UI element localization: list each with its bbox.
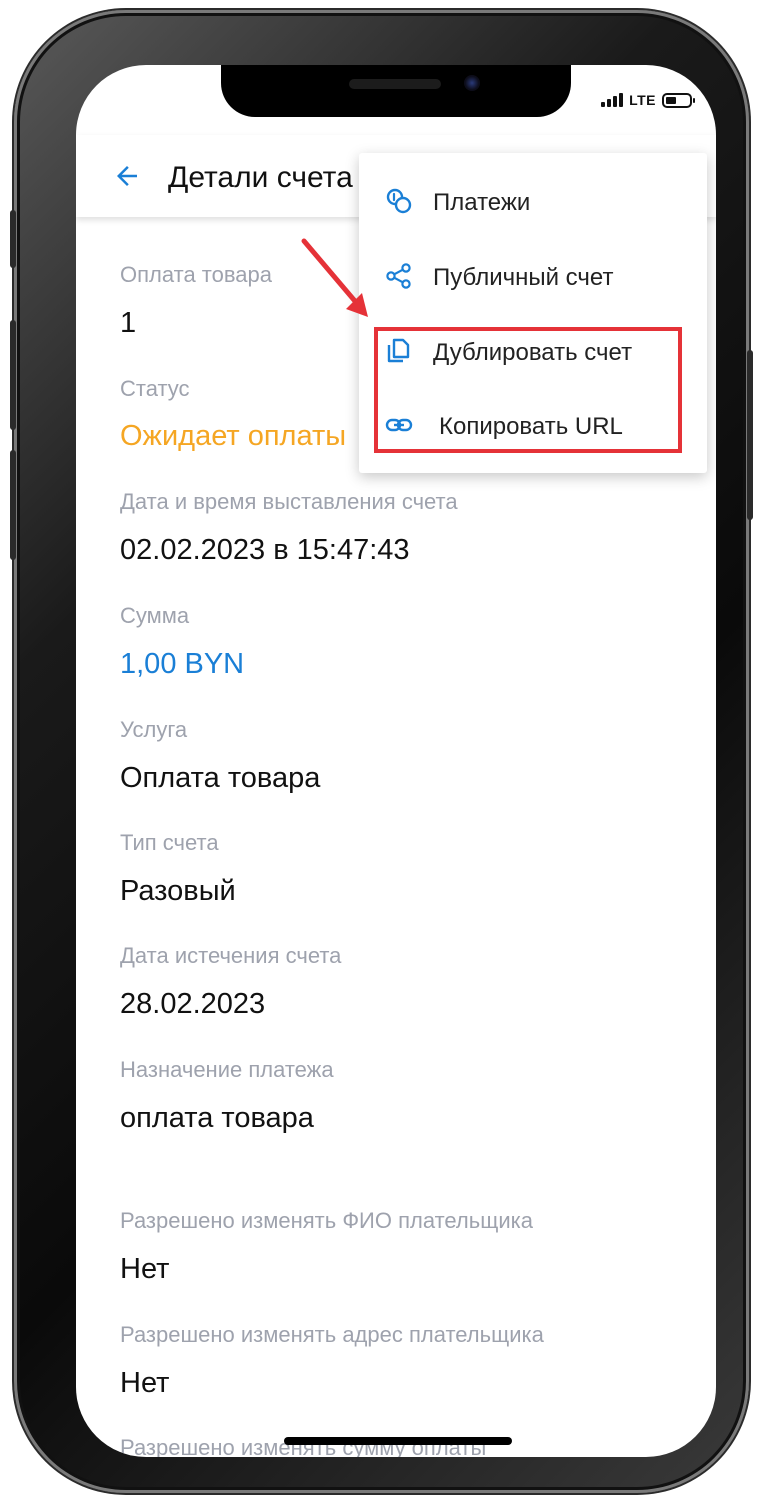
mute-switch [10,210,16,268]
volume-up-button [10,320,16,430]
signal-icon [601,93,624,107]
notch [221,65,571,117]
annotation-arrow-icon [301,238,368,317]
field-label: Разрешено изменять ФИО плательщика [120,1208,533,1233]
menu-item-label: Платежи [433,189,531,216]
field-value: Нет [120,1253,170,1285]
field-label: Услуга [120,717,188,742]
battery-icon [662,92,695,108]
share-icon [386,263,411,289]
field-value: Разовый [120,875,236,907]
field-label: Сумма [120,603,190,628]
field-label: Дата и время выставления счета [120,489,458,514]
field-label: Статус [120,376,190,401]
field-label: Разрешено изменять адрес плательщика [120,1322,544,1347]
amount-value: 1,00 BYN [120,648,245,680]
field-label: Оплата товара [120,262,273,287]
power-button [747,350,753,520]
back-arrow-icon[interactable] [112,161,142,191]
field-label: Тип счета [120,830,219,855]
field-value: оплата товара [120,1102,314,1134]
camera-icon [464,75,480,91]
menu-item-public-invoice[interactable]: Публичный счет [359,238,707,312]
field-value: 28.02.2023 [120,988,266,1020]
volume-down-button [10,450,16,560]
highlight-box [374,327,682,453]
phone-frame: Детали счета Оплата товара 1 Статус Ожид… [10,10,753,1493]
network-type: LTE [629,92,656,108]
field-value: 02.02.2023 в 15:47:43 [120,534,410,566]
speaker [349,79,441,89]
field-value: Нет [120,1367,170,1399]
field-label: Дата истечения счета [120,943,342,968]
home-indicator[interactable] [284,1437,512,1445]
status-bar: LTE [601,92,695,108]
field-value: 1 [120,307,137,339]
menu-item-label: Публичный счет [433,264,614,291]
menu-item-payments[interactable]: Платежи [359,163,707,237]
page-title: Детали счета [168,161,353,194]
screen: Детали счета Оплата товара 1 Статус Ожид… [76,65,716,1457]
status-value: Ожидает оплаты [120,420,347,452]
field-label: Назначение платежа [120,1057,334,1082]
field-value: Оплата товара [120,762,321,794]
payments-icon [386,188,412,214]
